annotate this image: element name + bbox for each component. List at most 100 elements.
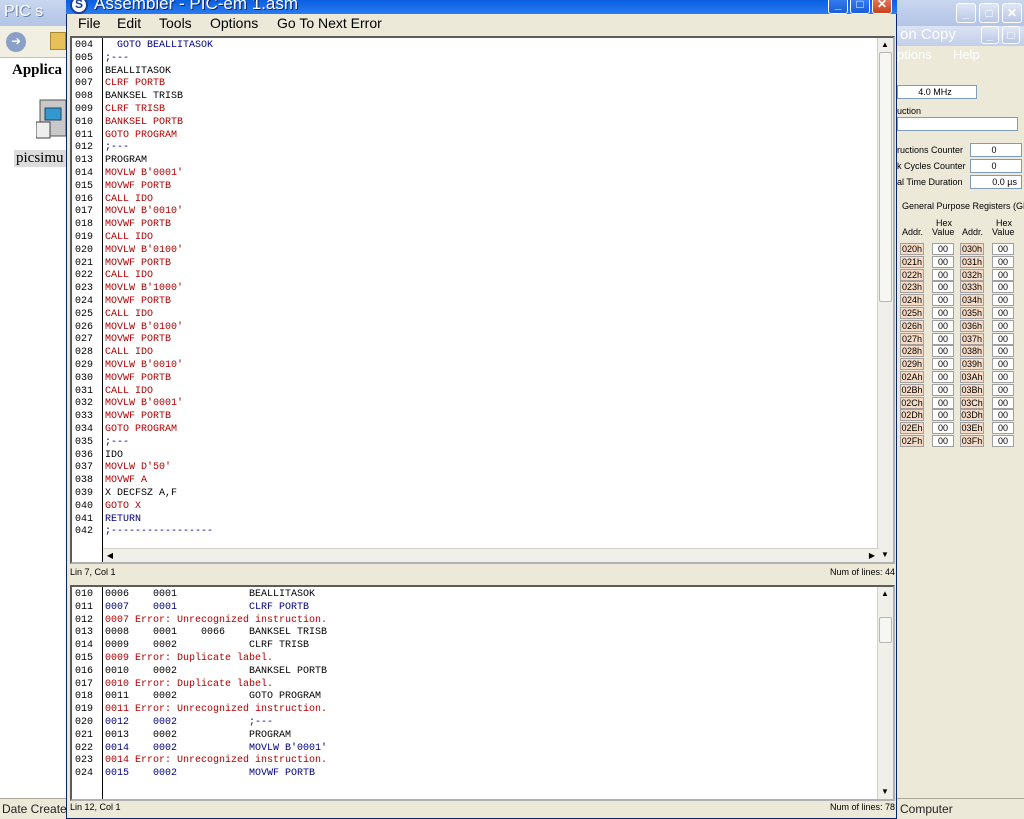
code-line[interactable]: BEALLITASOK [105, 66, 171, 79]
code-line[interactable]: MOVLW B'0100' [105, 245, 183, 258]
register-value[interactable]: 00 [992, 243, 1014, 255]
register-value[interactable]: 00 [932, 371, 954, 383]
register-value[interactable]: 00 [932, 409, 954, 422]
close-icon[interactable]: ✕ [1002, 3, 1022, 23]
code-line[interactable]: MOVLW B'0001' [105, 398, 183, 411]
scroll-right-icon[interactable]: ▶ [865, 549, 879, 563]
code-line[interactable]: MOVWF PORTB [105, 334, 171, 347]
code-line[interactable]: MOVLW B'0100' [105, 322, 183, 335]
minimize-icon[interactable]: _ [956, 3, 976, 23]
assembler-close-icon[interactable]: ✕ [872, 0, 892, 14]
register-value[interactable]: 00 [992, 294, 1014, 307]
code-line[interactable]: MOVLW B'0001' [105, 168, 183, 181]
code-line[interactable]: MOVWF PORTB [105, 373, 171, 386]
register-value[interactable]: 00 [992, 281, 1014, 294]
register-value[interactable]: 00 [932, 243, 954, 255]
code-line[interactable]: 0007 Error: Unrecognized instruction. [105, 615, 327, 628]
clock-frequency-field[interactable]: 4.0 MHz [897, 85, 977, 99]
application-icon-label[interactable]: picsimu [14, 150, 66, 167]
code-line[interactable]: CALL IDO [105, 386, 153, 399]
code-line[interactable]: 0011 Error: Unrecognized instruction. [105, 704, 327, 717]
register-value[interactable]: 00 [932, 332, 954, 345]
simulator-minimize-icon[interactable]: _ [981, 26, 999, 44]
code-line[interactable]: GOTO PROGRAM [105, 130, 177, 143]
menu-go-to-next-error[interactable]: Go To Next Error [277, 15, 382, 31]
register-value[interactable]: 00 [932, 255, 954, 268]
register-value[interactable]: 00 [932, 268, 954, 281]
editor-vertical-scrollbar[interactable]: ▲ ▼ [877, 38, 893, 562]
editor-scroll-thumb[interactable] [879, 52, 892, 302]
source-editor[interactable]: 004 GOTO BEALLITASOK 005 ;--- 006 BEALLITASO… [70, 36, 895, 564]
code-line[interactable]: CALL IDO [105, 347, 153, 360]
code-line[interactable]: 0014 Error: Unrecognized instruction. [105, 755, 327, 768]
code-line[interactable]: MOVLW B'0010' [105, 360, 183, 373]
code-line[interactable]: MOVLW D'50' [105, 462, 171, 475]
simulator-maximize-icon[interactable]: □ [1002, 26, 1020, 44]
code-line[interactable]: 0011 0002 GOTO PROGRAM [105, 691, 321, 704]
scroll-down-icon[interactable]: ▼ [878, 785, 892, 799]
register-value[interactable]: 00 [992, 345, 1014, 358]
assembler-minimize-icon[interactable]: _ [828, 0, 848, 14]
register-value[interactable]: 00 [932, 294, 954, 307]
code-line[interactable]: 0008 0001 0066 BANKSEL TRISB [105, 627, 327, 640]
code-line[interactable]: MOVLW B'0010' [105, 206, 183, 219]
register-value[interactable]: 00 [992, 255, 1014, 268]
scroll-up-icon[interactable]: ▲ [878, 587, 892, 601]
register-value[interactable]: 00 [992, 319, 1014, 332]
register-value[interactable]: 00 [932, 345, 954, 358]
code-line[interactable]: ;--- [105, 437, 129, 450]
menu-file[interactable]: File [78, 15, 101, 31]
folder-up-icon[interactable] [50, 32, 66, 50]
output-scroll-thumb[interactable] [879, 617, 892, 643]
code-line[interactable]: CALL IDO [105, 270, 153, 283]
register-value[interactable]: 00 [932, 383, 954, 396]
code-line[interactable]: ;----------------- [105, 526, 213, 539]
back-icon[interactable]: ➜ [6, 32, 26, 52]
menu-help[interactable]: Help [953, 47, 980, 62]
scroll-down-icon[interactable]: ▼ [878, 548, 892, 562]
register-value[interactable]: 00 [992, 332, 1014, 345]
code-line[interactable]: ;--- [105, 142, 129, 155]
register-value[interactable]: 00 [992, 396, 1014, 409]
register-value[interactable]: 00 [932, 422, 954, 435]
scroll-up-icon[interactable]: ▲ [878, 38, 892, 52]
code-line[interactable]: 0007 0001 CLRF PORTB [105, 602, 309, 615]
code-line[interactable]: 0014 0002 MOVLW B'0001' [105, 743, 327, 756]
register-value[interactable]: 00 [992, 371, 1014, 383]
code-line[interactable]: GOTO BEALLITASOK [105, 40, 213, 53]
menu-edit[interactable]: Edit [117, 15, 141, 31]
code-line[interactable]: 0009 0002 CLRF TRISB [105, 640, 309, 653]
scroll-left-icon[interactable]: ◀ [103, 549, 117, 563]
register-value[interactable]: 00 [992, 268, 1014, 281]
code-line[interactable]: MOVWF PORTB [105, 296, 171, 309]
code-line[interactable]: 0015 0002 MOVWF PORTB [105, 768, 315, 781]
code-line[interactable]: MOVLW B'1000' [105, 283, 183, 296]
menu-tools[interactable]: Tools [159, 15, 192, 31]
code-line[interactable]: BANKSEL TRISB [105, 91, 183, 104]
register-value[interactable]: 00 [992, 409, 1014, 422]
code-line[interactable]: CALL IDO [105, 309, 153, 322]
register-value[interactable]: 00 [992, 435, 1014, 447]
code-line[interactable]: 0006 0001 BEALLITASOK [105, 589, 315, 602]
code-line[interactable]: MOVWF PORTB [105, 181, 171, 194]
code-line[interactable]: MOVWF A [105, 475, 147, 488]
code-line[interactable]: MOVWF PORTB [105, 258, 171, 271]
code-line[interactable]: IDO [105, 450, 123, 463]
register-value[interactable]: 00 [932, 358, 954, 371]
editor-horizontal-scrollbar[interactable]: ◀ ▶ [103, 548, 879, 562]
application-icon[interactable] [35, 98, 70, 142]
code-line[interactable]: CALL IDO [105, 232, 153, 245]
code-line[interactable]: 0009 Error: Duplicate label. [105, 653, 273, 666]
code-line[interactable]: GOTO PROGRAM [105, 424, 177, 437]
code-line[interactable]: CALL IDO [105, 194, 153, 207]
menu-options[interactable]: Options [210, 15, 258, 31]
register-value[interactable]: 00 [932, 307, 954, 319]
code-line[interactable]: 0010 Error: Duplicate label. [105, 679, 273, 692]
register-value[interactable]: 00 [992, 422, 1014, 435]
output-vertical-scrollbar[interactable]: ▲ ▼ [877, 587, 893, 799]
code-line[interactable]: MOVWF PORTB [105, 219, 171, 232]
code-line[interactable]: CLRF PORTB [105, 78, 165, 91]
register-value[interactable]: 00 [932, 319, 954, 332]
register-value[interactable]: 00 [932, 435, 954, 447]
code-line[interactable]: BANKSEL PORTB [105, 117, 183, 130]
